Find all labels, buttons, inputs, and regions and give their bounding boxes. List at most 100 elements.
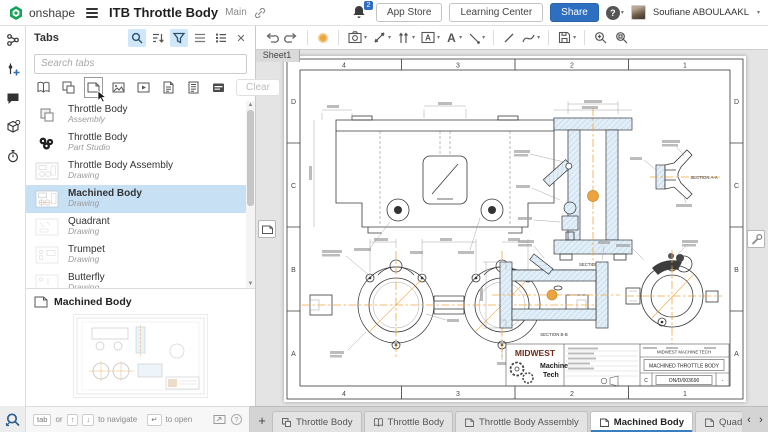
doc-tab-machined-body[interactable]: Machined Body — [590, 411, 693, 432]
doc-tab-throttle-body-assembly-type[interactable]: Throttle Body — [272, 411, 362, 432]
key-tab: tab — [33, 414, 51, 426]
follow-mode-icon[interactable] — [4, 60, 22, 78]
list-item-selected[interactable]: Machined Body Drawing — [26, 185, 255, 213]
user-name[interactable]: Soufiane ABOULAAKL — [653, 7, 749, 18]
list-item[interactable]: Trumpet Drawing — [26, 241, 255, 269]
help-icon[interactable]: ? — [231, 414, 242, 425]
export-button[interactable]: ▾ — [555, 28, 578, 48]
zoom-fit-button[interactable] — [612, 28, 632, 48]
scroll-tabs-left-icon[interactable]: ‹ — [744, 414, 754, 426]
help-menu[interactable]: ? ▾ — [606, 6, 624, 20]
section-view-bb: SECTION B-B — [480, 240, 620, 337]
help-icon[interactable]: ? — [606, 6, 620, 20]
avatar[interactable] — [631, 5, 646, 20]
panel-title: Tabs — [34, 32, 125, 44]
app-store-button[interactable]: App Store — [376, 3, 442, 22]
filter-assembly-icon[interactable] — [61, 79, 76, 96]
share-button[interactable]: Share — [550, 3, 599, 22]
svg-text:1: 1 — [683, 391, 687, 398]
section-view-aa: SECTION A-A — [630, 140, 722, 207]
filter-video-icon[interactable] — [136, 79, 151, 96]
svg-text:C: C — [291, 183, 296, 190]
note-button[interactable]: A ▾ — [418, 28, 442, 48]
svg-text:SECTION A-A: SECTION A-A — [690, 175, 717, 180]
doc-tab-throttle-body-partstudio[interactable]: Throttle Body — [364, 411, 454, 432]
key-up: ↑ — [67, 414, 79, 426]
notifications-bell-icon[interactable]: 2 — [351, 4, 369, 22]
svg-text:4: 4 — [342, 391, 346, 398]
preview-thumbnail[interactable] — [73, 314, 208, 398]
sheets-panel-toggle-icon[interactable] — [258, 220, 276, 238]
drawing-thumbnail — [34, 190, 60, 208]
redo-button[interactable] — [282, 28, 301, 48]
document-tab-bar: + Throttle Body Throttle Body Throttle B… — [250, 406, 768, 432]
search-icon[interactable] — [128, 29, 146, 47]
ordinate-dimension-button[interactable]: ▾ — [394, 28, 417, 48]
spline-tool-button[interactable]: ▾ — [519, 28, 542, 48]
filter-dwg-icon[interactable] — [211, 79, 226, 96]
svg-text:A: A — [291, 351, 296, 358]
svg-text:2: 2 — [570, 63, 574, 70]
close-icon[interactable]: ✕ — [233, 32, 249, 45]
tab-type-filters: Clear — [26, 78, 255, 101]
list-item[interactable]: Quadrant Drawing — [26, 213, 255, 241]
search-input[interactable] — [34, 54, 247, 74]
list-item[interactable]: Throttle Body Assembly Drawing — [26, 157, 255, 185]
performance-clock-icon[interactable] — [4, 147, 22, 165]
svg-text:A: A — [447, 31, 456, 45]
drawing-toolbar: ▾ ▾ ▾ A ▾ A ▾ ▾ ▾ ▾ — [256, 26, 768, 50]
filter-drawing-icon[interactable] — [86, 79, 101, 96]
drawing-canvas[interactable]: Sheet1 .ol{stroke:#383838;stroke-width:.… — [256, 50, 768, 406]
versions-history-icon[interactable] — [4, 31, 22, 49]
title-block: MIDWEST Machine Tech MIDWEST MACHINE TEC… — [506, 344, 729, 386]
tools-wrench-icon[interactable] — [747, 230, 765, 248]
comments-icon[interactable] — [4, 89, 22, 107]
list-item[interactable]: Throttle Body Part Studio — [26, 129, 255, 157]
parts-cube-icon[interactable] — [4, 118, 22, 136]
list-item[interactable]: Butterfly Drawing — [26, 269, 255, 289]
svg-text:MACHINED THROTTLE BODY: MACHINED THROTTLE BODY — [649, 364, 720, 370]
svg-text:Machine: Machine — [540, 363, 568, 370]
workspace-label[interactable]: Main — [225, 7, 247, 18]
front-view — [309, 102, 573, 254]
scroll-tabs-right-icon[interactable]: › — [756, 414, 766, 426]
filter-image-icon[interactable] — [111, 79, 126, 96]
filter-pdf-icon[interactable] — [161, 79, 176, 96]
drawing-thumbnail — [34, 246, 60, 264]
learning-center-button[interactable]: Learning Center — [449, 3, 543, 22]
svg-text:SECTION B-B: SECTION B-B — [540, 332, 568, 337]
filter-document-icon[interactable] — [186, 79, 201, 96]
doc-tab-throttle-body-assembly-drawing[interactable]: Throttle Body Assembly — [455, 411, 588, 432]
zoom-window-button[interactable] — [591, 28, 611, 48]
open-in-window-icon[interactable] — [213, 414, 226, 425]
hamburger-menu-icon[interactable] — [86, 8, 98, 18]
list-item[interactable]: Throttle Body Assembly — [26, 101, 255, 129]
svg-text:A: A — [425, 34, 431, 43]
filter-part-studio-icon[interactable] — [36, 79, 51, 96]
bottom-flange-view — [302, 238, 596, 365]
drawing-thumbnail — [34, 218, 60, 236]
svg-text:B: B — [291, 267, 296, 274]
sort-icon[interactable] — [149, 29, 167, 47]
text-button[interactable]: A ▾ — [443, 28, 464, 48]
key-enter: ↵ — [147, 414, 161, 426]
add-tab-button[interactable]: + — [252, 408, 272, 432]
dimension-button[interactable]: ▾ — [370, 28, 393, 48]
link-icon[interactable] — [254, 7, 266, 19]
list-view-icon[interactable] — [191, 29, 209, 47]
onshape-logo-icon[interactable] — [8, 5, 24, 21]
record-indicator-icon[interactable] — [314, 28, 332, 48]
key-down: ↓ — [82, 414, 94, 426]
filter-icon[interactable] — [170, 29, 188, 47]
leader-line-button[interactable]: ▾ — [465, 28, 487, 48]
detail-list-view-icon[interactable] — [212, 29, 230, 47]
scrollbar-thumb[interactable] — [247, 110, 254, 206]
clear-filters-button[interactable]: Clear — [236, 79, 280, 96]
drawing-icon — [34, 296, 48, 308]
search-everywhere-icon[interactable] — [0, 406, 26, 432]
line-tool-button[interactable] — [500, 28, 518, 48]
part-studio-icon — [373, 417, 384, 428]
insert-view-button[interactable]: ▾ — [345, 28, 369, 48]
chevron-down-icon: ▾ — [757, 9, 760, 16]
undo-button[interactable] — [262, 28, 281, 48]
